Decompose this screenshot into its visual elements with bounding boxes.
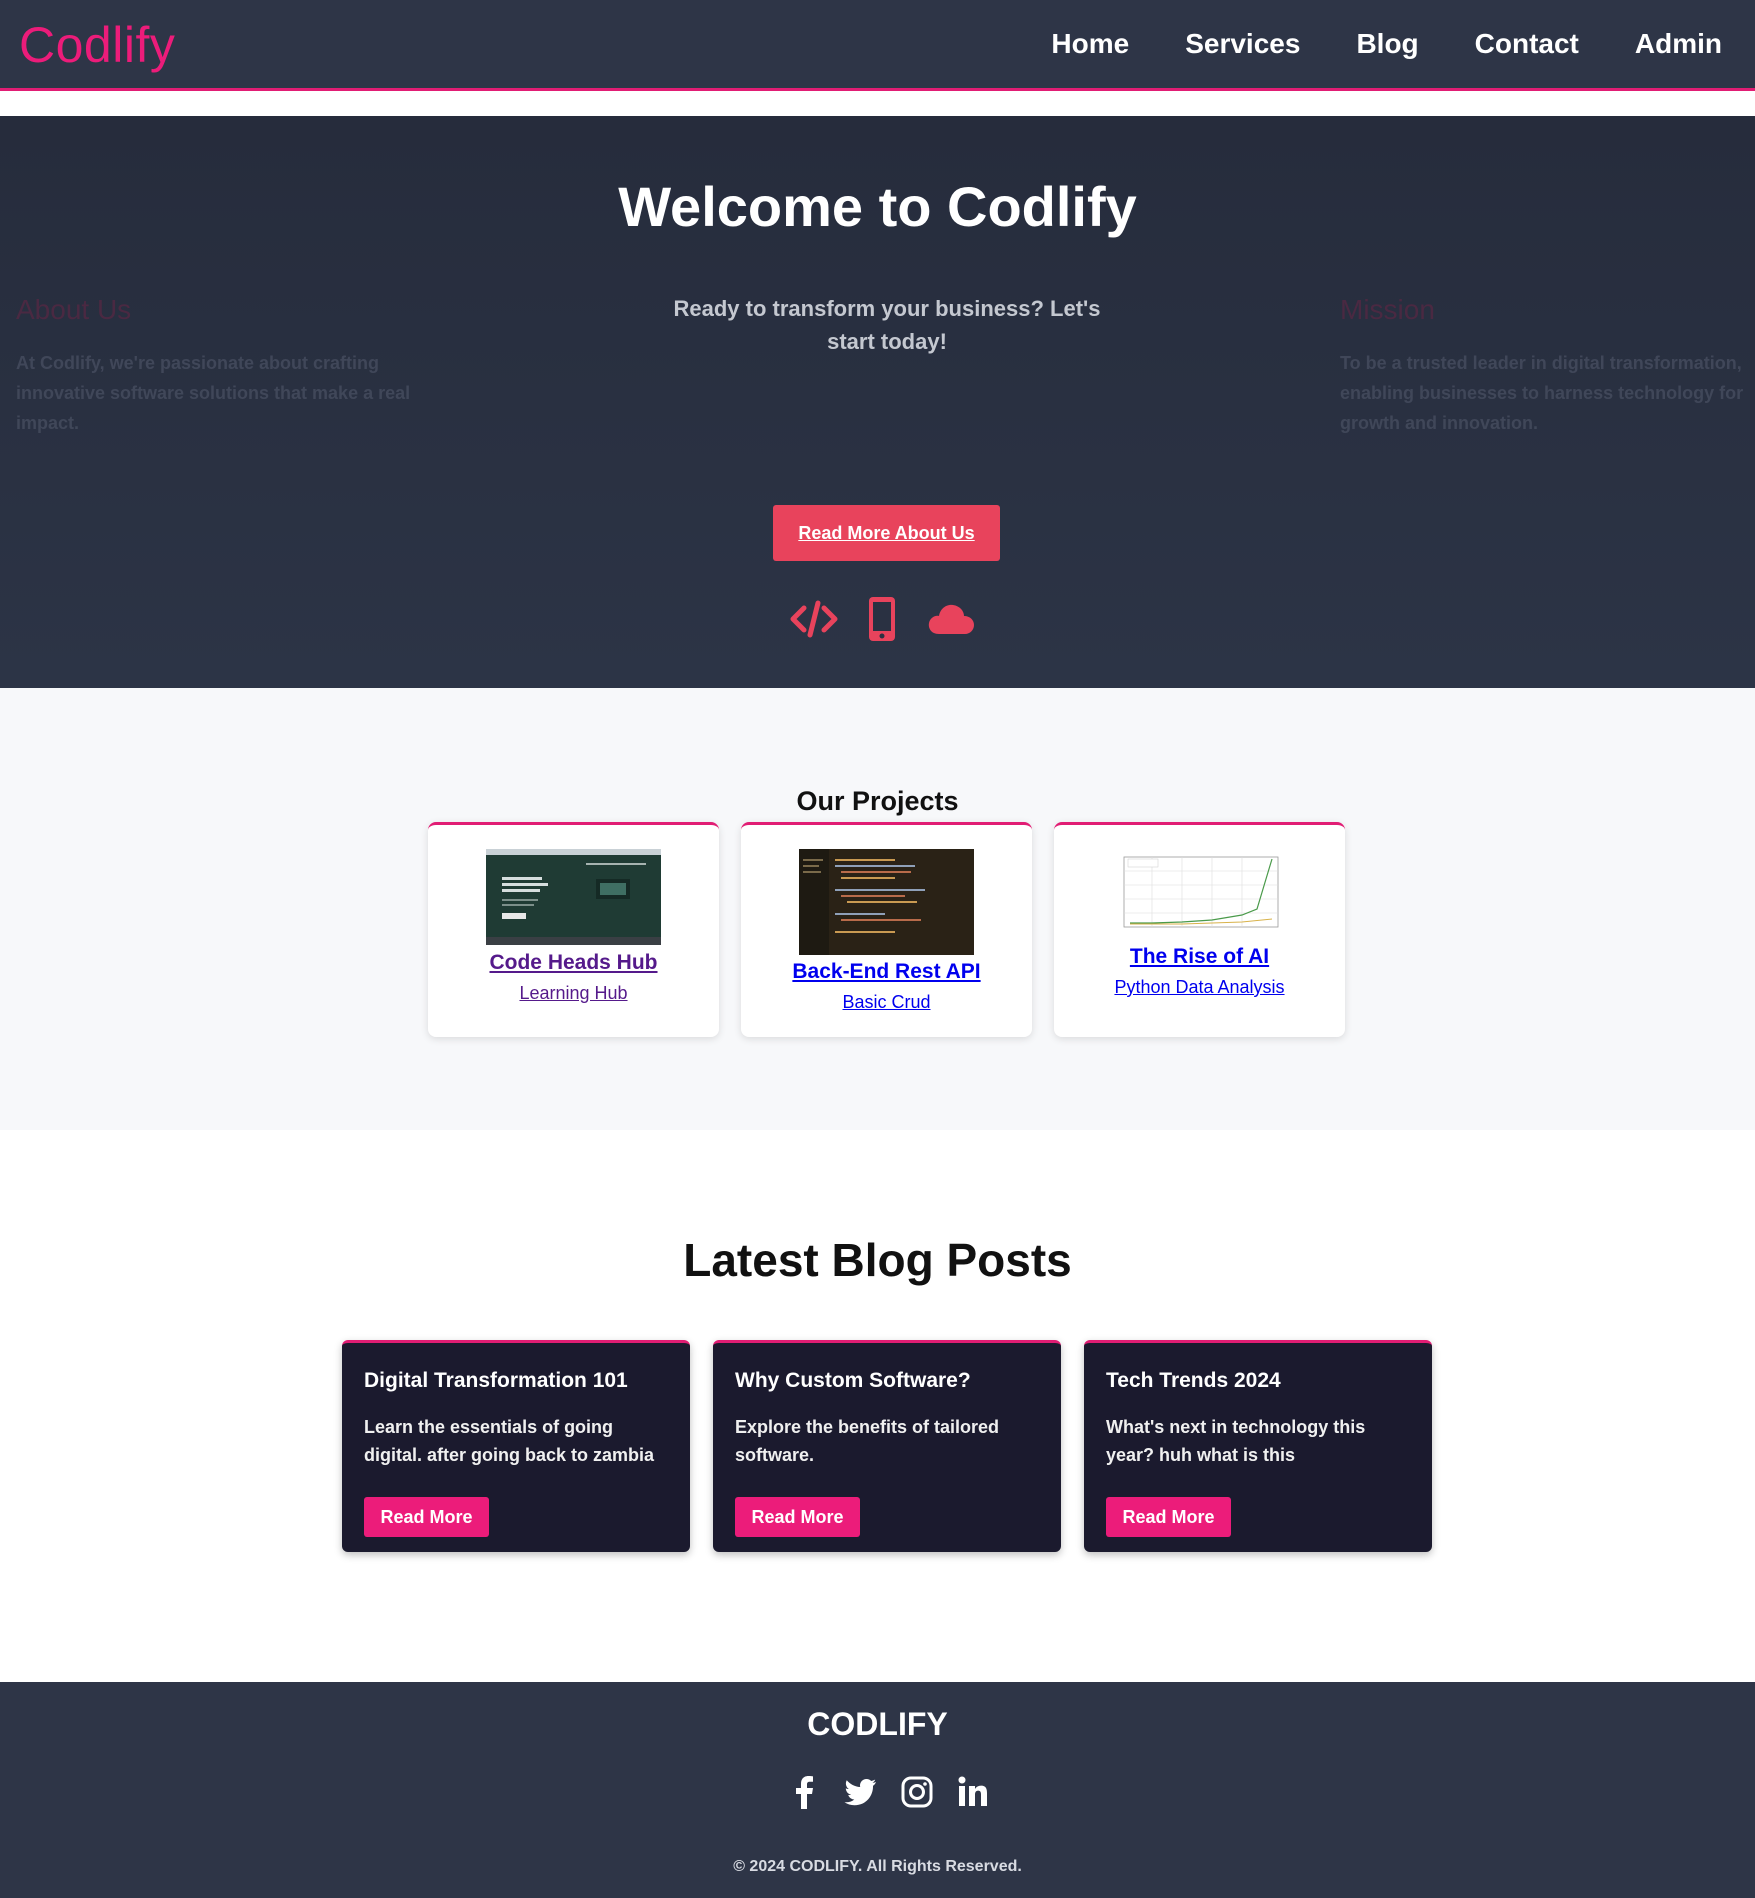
hero-section: Welcome to Codlify About Us At Codlify, …: [0, 116, 1755, 688]
project-thumbnail[interactable]: [486, 849, 661, 945]
code-icon: [790, 599, 838, 644]
blog-card: Why Custom Software? Explore the benefit…: [713, 1340, 1061, 1552]
read-more-button[interactable]: Read More: [735, 1497, 860, 1537]
project-subtitle[interactable]: Python Data Analysis: [1054, 977, 1345, 998]
project-card[interactable]: Back-End Rest API Basic Crud: [741, 822, 1032, 1037]
about-heading: About Us: [16, 294, 132, 325]
linkedin-icon[interactable]: [956, 1774, 990, 1815]
mission-block: Mission To be a trusted leader in digita…: [1340, 294, 1755, 438]
nav-link-admin[interactable]: Admin: [1635, 28, 1722, 60]
project-card[interactable]: Code Heads Hub Learning Hub: [428, 822, 719, 1037]
nav-link-home[interactable]: Home: [1051, 28, 1129, 60]
nav-link-blog[interactable]: Blog: [1356, 28, 1418, 60]
hero-title: Welcome to Codlify: [618, 175, 1137, 238]
read-more-about-button[interactable]: Read More About Us: [773, 505, 1000, 561]
footer-brand: CODLIFY: [807, 1706, 948, 1742]
blog-section-title: Latest Blog Posts: [683, 1234, 1072, 1286]
about-text: At Codlify, we're passionate about craft…: [16, 353, 411, 433]
project-thumbnail[interactable]: [1112, 849, 1287, 939]
nav-link-contact[interactable]: Contact: [1475, 28, 1579, 60]
mobile-icon: [866, 595, 898, 648]
copyright-text: © 2024 CODLIFY. All Rights Reserved.: [733, 1858, 1022, 1875]
mission-heading: Mission: [1340, 294, 1435, 325]
nav-link-services[interactable]: Services: [1185, 28, 1300, 60]
cloud-icon: [926, 600, 976, 643]
project-title[interactable]: Code Heads Hub: [428, 951, 719, 975]
project-title[interactable]: The Rise of AI: [1054, 945, 1345, 969]
project-subtitle[interactable]: Basic Crud: [741, 992, 1032, 1013]
hero-subtitle: Ready to transform your business? Let's …: [673, 296, 1101, 354]
mission-text: To be a trusted leader in digital transf…: [1340, 353, 1744, 433]
twitter-icon[interactable]: [844, 1774, 878, 1815]
facebook-icon[interactable]: [788, 1774, 822, 1815]
blog-card: Digital Transformation 101 Learn the ess…: [342, 1340, 690, 1552]
project-subtitle[interactable]: Learning Hub: [428, 983, 719, 1004]
projects-section: Our Projects Code Heads Hub Learning Hub: [0, 688, 1755, 1130]
social-links: [788, 1774, 990, 1815]
projects-title: Our Projects: [796, 786, 959, 816]
blog-post-excerpt: Learn the essentials of going digital. a…: [364, 1417, 655, 1465]
project-thumbnail[interactable]: [799, 849, 974, 955]
blog-post-excerpt: What's next in technology this year? huh…: [1106, 1417, 1366, 1465]
top-navbar: Codlify Home Services Blog Contact Admin: [0, 0, 1755, 91]
blog-post-excerpt: Explore the benefits of tailored softwar…: [735, 1417, 1000, 1465]
about-block: About Us At Codlify, we're passionate ab…: [16, 294, 436, 438]
project-title[interactable]: Back-End Rest API: [741, 960, 1032, 984]
site-logo[interactable]: Codlify: [19, 16, 175, 74]
instagram-icon[interactable]: [900, 1774, 934, 1815]
read-more-button[interactable]: Read More: [364, 1497, 489, 1537]
blog-post-title: Tech Trends 2024: [1106, 1369, 1281, 1392]
blog-post-title: Digital Transformation 101: [364, 1369, 628, 1392]
nav-links: Home Services Blog Contact Admin: [1051, 28, 1722, 60]
site-footer: CODLIFY © 2024 CODLIFY. All Rights Reser…: [0, 1682, 1755, 1898]
project-card[interactable]: The Rise of AI Python Data Analysis: [1054, 822, 1345, 1037]
blog-post-title: Why Custom Software?: [735, 1369, 971, 1392]
service-icons: [790, 595, 976, 648]
blog-card: Tech Trends 2024 What's next in technolo…: [1084, 1340, 1432, 1552]
read-more-button[interactable]: Read More: [1106, 1497, 1231, 1537]
